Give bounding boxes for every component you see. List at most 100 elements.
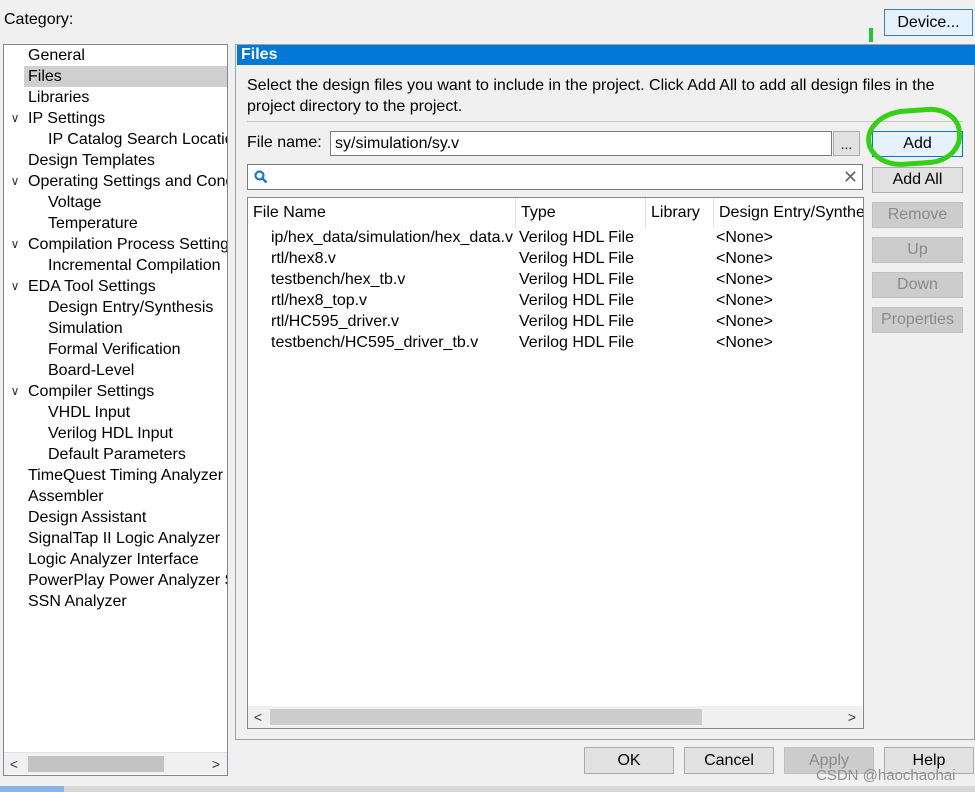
tree-item[interactable]: Libraries [28,87,89,108]
tree-item[interactable]: EDA Tool Settings [28,276,156,297]
device-button[interactable]: Device... [884,9,973,36]
remove-button[interactable]: Remove [872,202,963,228]
category-tree[interactable]: General Files Libraries IP Settings ∨ IP Cata… [3,44,228,776]
properties-button[interactable]: Properties [872,307,963,333]
scroll-right-arrow-icon[interactable]: > [842,706,862,728]
tree-item-label: SSN Analyzer [28,593,127,610]
tree-item[interactable]: Design Entry/Synthesis [48,297,213,318]
up-button[interactable]: Up [872,237,963,263]
tree-item[interactable]: IP Catalog Search Locations [48,129,227,150]
table-row[interactable]: ip/hex_data/simulation/hex_data.v Verilog… [248,227,863,248]
table-row[interactable]: rtl/hex8_top.v Verilog HDL File <None> [248,290,863,311]
tree-item-label: Logic Analyzer Interface [28,551,199,568]
table-row[interactable]: testbench/hex_tb.v Verilog HDL File <None> [248,269,863,290]
tool-cell: <None> [716,250,773,267]
chevron-down-icon[interactable]: ∨ [8,171,22,192]
file-name-cell: testbench/HC595_driver_tb.v [271,334,479,351]
files-table[interactable]: File Name Type Library Design Entry/Synt… [247,197,864,729]
tree-item-label: Voltage [48,194,102,211]
column-header-design-entry-synthesis-tool[interactable]: Design Entry/Synthesis Tool [714,198,863,228]
tool-cell: <None> [716,334,773,351]
files-panel-title: Files [237,45,975,65]
search-input[interactable]: ✕ [247,164,863,190]
chevron-down-icon[interactable]: ∨ [8,234,22,255]
chevron-down-icon[interactable]: ∨ [8,276,22,297]
tree-item-label: General [28,47,85,64]
type-cell: Verilog HDL File [519,229,635,246]
scrollbar-thumb[interactable] [28,756,164,772]
taskbar-strip [0,786,975,792]
file-name-cell: rtl/hex8_top.v [271,292,368,309]
tree-item[interactable]: IP Settings [28,108,105,129]
tree-item[interactable]: Files [24,66,227,87]
file-name-cell: rtl/HC595_driver.v [271,313,400,330]
tree-item[interactable]: PowerPlay Power Analyzer Settings [28,570,227,591]
tree-item-label: Design Templates [28,152,155,169]
ok-button[interactable]: OK [584,747,674,774]
watermark: CSDN @haochaohai [816,767,956,784]
tree-item[interactable]: Incremental Compilation [48,255,221,276]
down-button[interactable]: Down [872,272,963,298]
search-icon [254,170,268,184]
tree-item[interactable]: Design Assistant [28,507,146,528]
tool-cell: <None> [716,271,773,288]
tree-item[interactable]: Formal Verification [48,339,181,360]
tree-item-label: Compilation Process Settings [28,236,228,253]
cancel-button[interactable]: Cancel [684,747,774,774]
tree-item[interactable]: Logic Analyzer Interface [28,549,199,570]
tree-item-label: PowerPlay Power Analyzer Settings [28,572,227,589]
tree-item[interactable]: SSN Analyzer [28,591,127,612]
tree-item-label: TimeQuest Timing Analyzer [28,467,224,484]
tree-item[interactable]: Verilog HDL Input [48,423,173,444]
tree-item-label: Board-Level [48,362,135,379]
tree-item[interactable]: Compilation Process Settings [28,234,228,255]
tree-item[interactable]: Operating Settings and Conditions [28,171,227,192]
browse-button[interactable]: ... [833,131,860,156]
tree-item[interactable]: Board-Level [48,360,134,381]
tree-item[interactable]: General [28,45,85,66]
column-header-file-name[interactable]: File Name [248,198,516,228]
clear-search-icon[interactable]: ✕ [843,167,858,187]
scroll-left-arrow-icon[interactable]: < [4,753,24,775]
tree-item-label: Simulation [48,320,123,337]
tree-item[interactable]: SignalTap II Logic Analyzer [28,528,220,549]
type-cell: Verilog HDL File [519,313,635,330]
tree-item-label: VHDL Input [48,404,131,421]
scroll-right-arrow-icon[interactable]: > [206,753,226,775]
tree-item[interactable]: Assembler [28,486,104,507]
tree-item-label: Formal Verification [48,341,181,358]
scroll-left-arrow-icon[interactable]: < [248,706,268,728]
tree-item[interactable]: Temperature [48,213,138,234]
tree-item[interactable]: TimeQuest Timing Analyzer [28,465,223,486]
tree-item-label: IP Catalog Search Locations [48,131,227,148]
tree-item[interactable]: Compiler Settings [28,381,154,402]
column-header-library[interactable]: Library [646,198,714,228]
table-horizontal-scrollbar[interactable]: < > [248,706,863,728]
tree-horizontal-scrollbar[interactable]: < > [4,752,227,774]
tree-item-label: EDA Tool Settings [28,278,156,295]
files-description: Select the design files you want to incl… [247,77,935,115]
file-name-input[interactable] [330,131,832,156]
chevron-down-icon[interactable]: ∨ [8,381,22,402]
table-row[interactable]: rtl/hex8.v Verilog HDL File <None> [248,248,863,269]
tree-item-label: Assembler [28,488,104,505]
column-header-type[interactable]: Type [516,198,646,228]
tree-item[interactable]: Simulation [48,318,123,339]
type-cell: Verilog HDL File [519,292,635,309]
table-row[interactable]: rtl/HC595_driver.v Verilog HDL File <None> [248,311,863,332]
scrollbar-thumb[interactable] [270,709,702,725]
tree-item-label: Incremental Compilation [48,257,221,274]
tree-item-label: Files [28,68,62,85]
tree-item-label: Operating Settings and Conditions [28,173,227,190]
category-label: Category: [4,11,74,28]
add-all-button[interactable]: Add All [872,167,963,193]
tree-item[interactable]: Voltage [48,192,101,213]
file-name-cell: ip/hex_data/simulation/hex_data.v [271,229,513,246]
chevron-down-icon[interactable]: ∨ [8,108,22,129]
tree-item[interactable]: Design Templates [28,150,155,171]
file-name-cell: rtl/hex8.v [271,250,336,267]
tree-item[interactable]: Default Parameters [48,444,186,465]
table-row[interactable]: testbench/HC595_driver_tb.v Verilog HDL F… [248,332,863,353]
tree-item[interactable]: VHDL Input [48,402,130,423]
tool-cell: <None> [716,229,773,246]
